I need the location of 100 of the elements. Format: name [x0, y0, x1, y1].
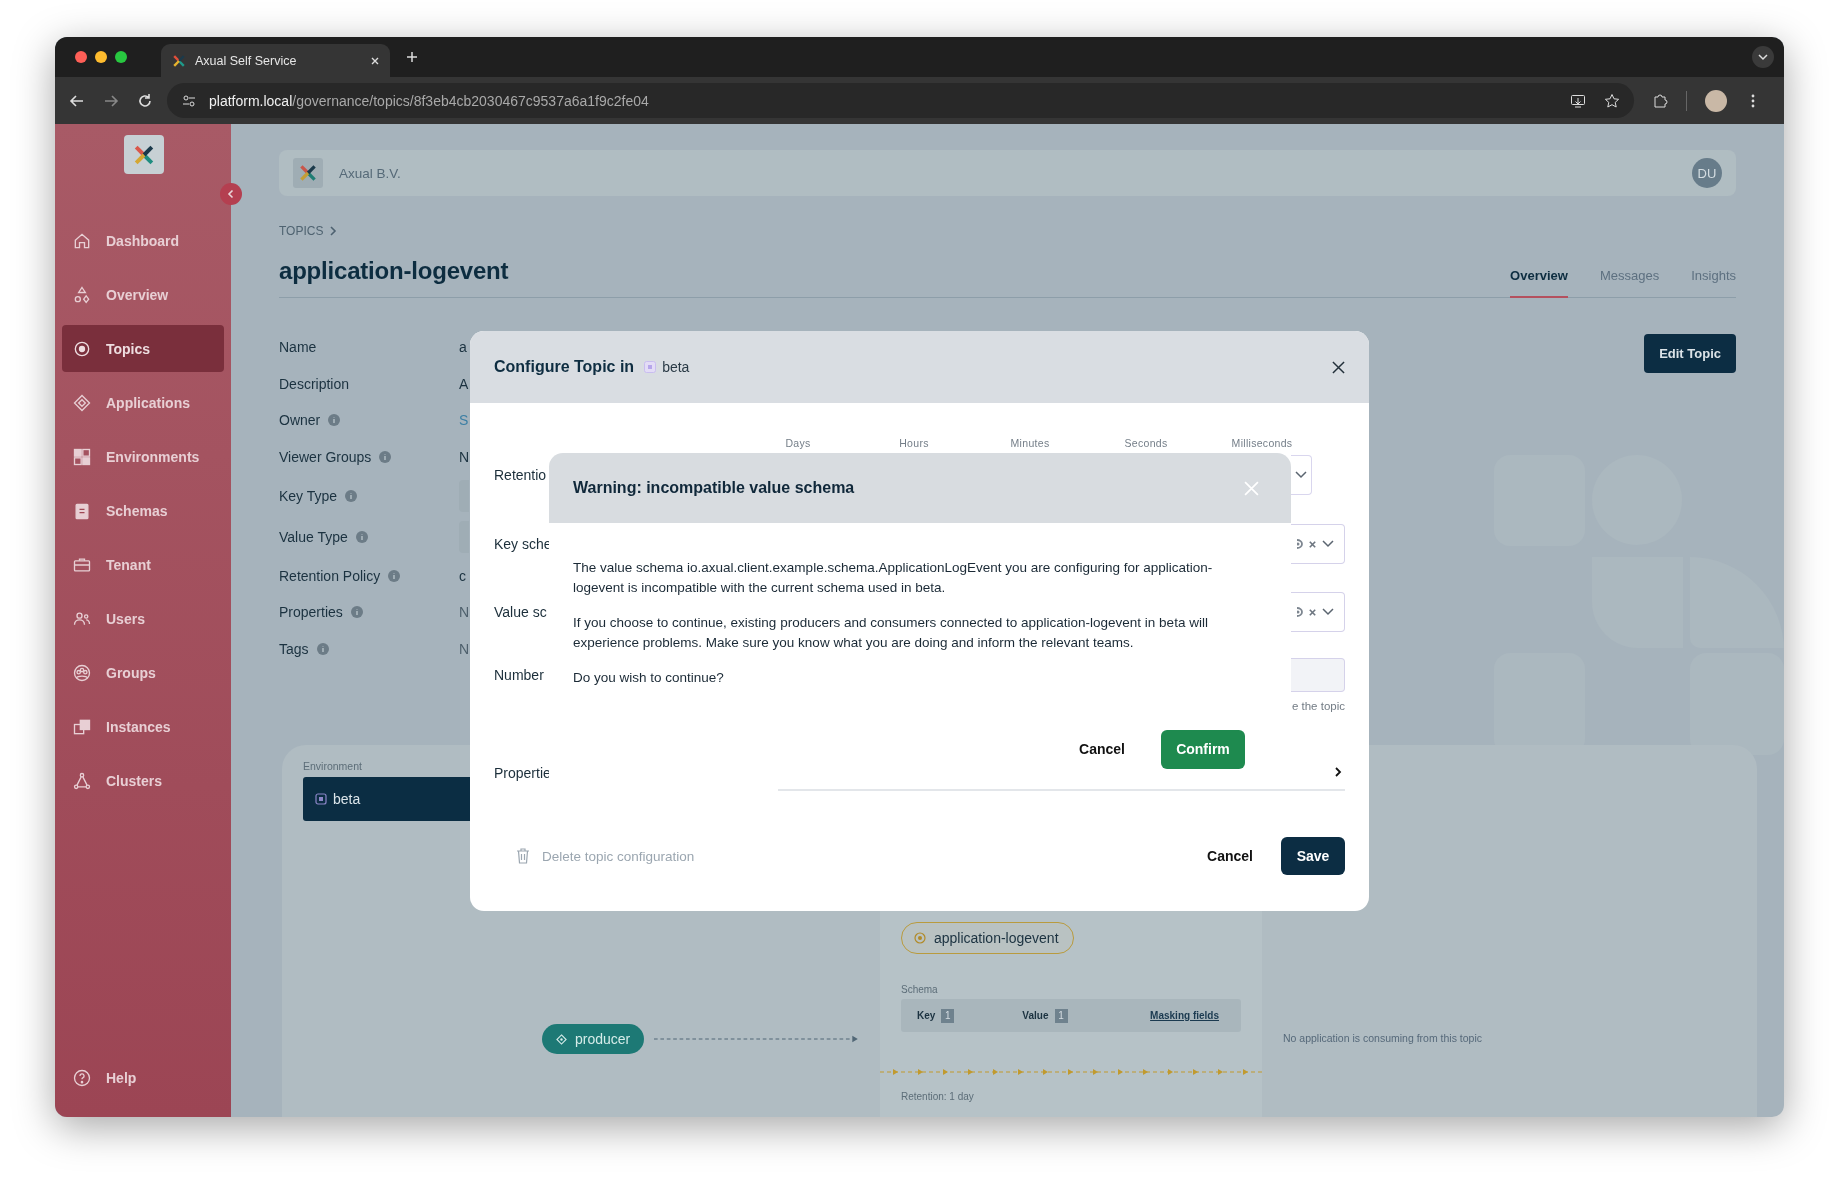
back-icon[interactable] — [69, 92, 85, 109]
collapse-sidebar-button[interactable] — [220, 183, 242, 205]
install-icon[interactable] — [1570, 92, 1586, 109]
environment-icon — [644, 361, 657, 373]
tab[interactable]: Overview — [1510, 258, 1568, 298]
reload-icon[interactable] — [137, 92, 153, 109]
dialog-title: Configure Topic in — [494, 358, 635, 376]
cancel-button[interactable]: Cancel — [1071, 741, 1133, 757]
sidebar-item[interactable]: Users — [62, 595, 224, 642]
environment-name: beta — [662, 359, 690, 375]
edit-topic-button[interactable]: Edit Topic — [1644, 334, 1736, 373]
help-link[interactable]: Help — [62, 1054, 224, 1101]
site-settings-icon[interactable] — [181, 92, 197, 109]
field-value: N — [459, 640, 469, 657]
clear-icon[interactable] — [1308, 539, 1317, 549]
eye-icon — [1297, 606, 1303, 618]
count-badge: 1 — [1054, 1008, 1068, 1023]
clear-icon[interactable] — [1308, 607, 1317, 617]
dialog-title: Warning: incompatible value schema — [573, 479, 855, 497]
value-label: Value — [1022, 1010, 1049, 1022]
environment-label: Environment — [303, 760, 362, 773]
field-label: Name — [279, 339, 317, 356]
topic-chip[interactable]: application-logevent — [901, 922, 1074, 955]
warning-paragraph: Do you wish to continue? — [573, 669, 725, 687]
app-logo[interactable] — [124, 135, 164, 174]
field-label: Owner — [279, 412, 321, 429]
organization-name: Axual B.V. — [339, 165, 401, 181]
group-icon — [72, 662, 92, 683]
maximize-window-dot[interactable] — [115, 51, 127, 63]
browser-tab[interactable]: Axual Self Service — [161, 44, 390, 77]
field-label: Number — [494, 666, 544, 685]
sidebar-item[interactable]: Dashboard — [62, 217, 224, 264]
chevron-down-icon — [1295, 471, 1307, 479]
close-window-dot[interactable] — [75, 51, 87, 63]
field-label: Retention Policy — [279, 567, 381, 584]
profile-avatar[interactable] — [1705, 89, 1727, 112]
field-label: Value sc — [494, 604, 547, 620]
minimize-window-dot[interactable] — [95, 51, 107, 63]
sidebar-item[interactable]: Topics — [62, 325, 224, 372]
field-label: Key Type — [279, 487, 338, 504]
producer-node[interactable]: producer — [542, 1024, 645, 1055]
owner-link[interactable]: S — [459, 412, 469, 429]
field-value: N — [459, 604, 469, 621]
sidebar-item[interactable]: Overview — [62, 271, 224, 318]
warning-paragraph: If you choose to continue, existing producers and consumers connected to application-logevent in beta will experience problems. Make sure you know what you are doing and inform the relevant teams. — [573, 614, 1209, 652]
chevron-down-icon — [1322, 608, 1334, 616]
bookmark-star-icon[interactable] — [1604, 92, 1620, 109]
confirm-button[interactable]: Confirm — [1161, 729, 1245, 769]
warning-paragraph: The value schema io.axual.client.example.schema.ApplicationLogEvent you are configuring for application-logevent is incompatible with the current schema used in beta. — [573, 559, 1214, 597]
field-label: Value Type — [279, 528, 348, 545]
user-avatar[interactable]: DU — [1692, 158, 1722, 188]
page-title: application-logevent — [279, 257, 509, 285]
chevron-right-icon[interactable] — [1334, 767, 1342, 777]
grid-icon — [72, 446, 92, 467]
tab[interactable]: Messages — [1599, 258, 1660, 298]
unit-label: Milliseconds — [1230, 437, 1294, 451]
help-icon — [72, 1067, 92, 1088]
triangle-nodes-icon — [72, 770, 92, 791]
chevron-down-icon — [1322, 540, 1334, 548]
field-label: Tags — [279, 640, 309, 657]
sidebar-item[interactable]: Groups — [62, 649, 224, 696]
tab[interactable]: Insights — [1691, 258, 1736, 298]
save-button[interactable]: Save — [1281, 837, 1345, 875]
unit-label: Hours — [898, 437, 930, 451]
sidebar-item[interactable]: Applications — [62, 379, 224, 426]
chevron-right-icon — [329, 226, 338, 236]
puzzle-piece-icon[interactable] — [1652, 92, 1668, 109]
sidebar-item[interactable]: Tenant — [62, 541, 224, 588]
address-bar[interactable]: platform.local/governance/topics/8f3eb4cb2030467c9537a6a1f9c2fe04 — [167, 83, 1634, 118]
chevron-down-icon[interactable] — [1752, 46, 1774, 68]
close-icon[interactable] — [1332, 360, 1345, 374]
shapes-icon — [72, 284, 92, 305]
field-label: Description — [279, 375, 350, 392]
retention-text: Retention: 1 day — [901, 1091, 975, 1103]
field-value: A — [459, 375, 469, 392]
forward-icon[interactable] — [103, 92, 119, 109]
sidebar-item[interactable]: Instances — [62, 703, 224, 750]
value-field — [459, 479, 469, 512]
environment-icon — [315, 793, 327, 806]
unit-label: Seconds — [1123, 437, 1169, 451]
sidebar-item[interactable]: Environments — [62, 433, 224, 480]
breadcrumb-link[interactable]: TOPICS — [279, 224, 324, 238]
field-value: c — [459, 567, 467, 584]
diamond-icon — [556, 1033, 567, 1045]
field-label: Viewer Groups — [279, 449, 372, 466]
partitions-input[interactable] — [1291, 658, 1345, 692]
unit-label: Minutes — [1009, 437, 1051, 451]
count-badge: 1 — [941, 1008, 955, 1023]
schema-label: Schema — [901, 984, 939, 996]
diamond-icon — [72, 392, 92, 413]
masking-fields-link[interactable]: Masking fields — [1150, 1010, 1219, 1022]
new-tab-icon[interactable] — [406, 51, 418, 63]
helper-text: e the topic — [1291, 700, 1345, 712]
unit-label: Days — [784, 437, 812, 451]
value-field — [459, 520, 469, 553]
sidebar-item[interactable]: Clusters — [62, 757, 224, 804]
field-value: a — [459, 339, 468, 356]
cancel-button[interactable]: Cancel — [1199, 848, 1261, 864]
field-label: Properties — [279, 604, 343, 621]
sidebar-item[interactable]: Schemas — [62, 487, 224, 534]
